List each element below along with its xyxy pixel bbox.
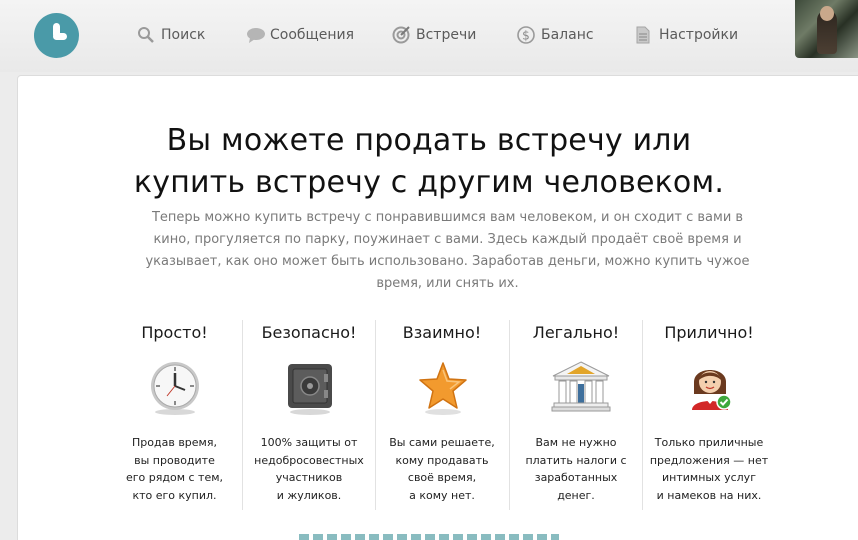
feature-line: заработанных [534, 471, 618, 484]
search-icon [137, 26, 155, 44]
feature-description: Вы сами решаете, кому продавать своё вре… [376, 434, 508, 504]
nav-label: Поиск [161, 27, 206, 43]
nav-label: Сообщения [270, 27, 355, 43]
feature-line: вы проводите [134, 453, 215, 467]
document-icon [635, 26, 653, 44]
feature-description: Только приличные предложения — нет интим… [643, 434, 775, 504]
feature-title: Прилично! [664, 323, 754, 342]
feature-line: и намеков на них. [656, 488, 762, 502]
feature-line: его рядом с тем, [125, 471, 224, 484]
title-line-1: Вы можете продать встречу или [166, 123, 692, 158]
title-line-2: купить встречу с другим человеком. [133, 165, 725, 200]
feature-description: Вам не нужно платить налоги с заработанн… [510, 434, 642, 504]
feature-title: Просто! [141, 323, 208, 342]
clock-icon [149, 360, 201, 416]
nav-label: Встречи [416, 27, 477, 43]
safe-icon [284, 360, 336, 416]
cut-off-heading [0, 530, 858, 540]
feature-line: Продав время, [132, 436, 217, 449]
nav-item-messages[interactable]: Сообщения [246, 26, 354, 44]
feature-legal: Легально! Вам не нужно платить налоги с … [509, 320, 642, 510]
nav-label: Баланс [541, 27, 594, 43]
feature-line: денег. [557, 488, 595, 502]
user-avatar[interactable] [795, 0, 858, 58]
feature-title: Легально! [532, 323, 620, 342]
nav-item-settings[interactable]: Настройки [635, 26, 738, 44]
feature-line: участников [275, 471, 343, 484]
nav-label: Настройки [659, 27, 739, 43]
feature-line: своё время, [407, 471, 477, 484]
feature-description: Продав время, вы проводите его рядом с т… [108, 434, 241, 504]
feature-line: платить налоги с [525, 453, 627, 467]
svg-text:$: $ [522, 29, 530, 43]
chat-bubble-icon [246, 26, 265, 44]
feature-line: недобросовестных [254, 453, 364, 467]
feature-line: 100% защиты от [260, 436, 358, 449]
page-title: Вы можете продать встречу или купить вст… [0, 120, 858, 204]
feature-line: Вам не нужно [535, 436, 617, 449]
nav-item-balance[interactable]: $ Баланс [517, 26, 594, 44]
top-header: Поиск Сообщения Встречи $ Баланс Настрой… [0, 0, 858, 72]
feature-mutual: Взаимно! Вы сами решаете, кому продавать… [375, 320, 508, 510]
feature-line: а кому нет. [409, 488, 475, 502]
feature-title: Взаимно! [402, 323, 482, 342]
dollar-coin-icon: $ [517, 26, 535, 44]
bank-building-icon [551, 360, 611, 416]
feature-line: Вы сами решаете, [389, 436, 495, 449]
feature-description: 100% защиты от недобросовестных участник… [243, 434, 375, 504]
feature-line: Только приличные [654, 436, 764, 449]
target-icon [392, 26, 410, 44]
feature-line: интимных услуг [662, 471, 756, 484]
feature-line: кто его купил. [132, 488, 217, 502]
star-icon [417, 360, 469, 416]
feature-decent: Прилично! Только приличные предложения —… [642, 320, 775, 510]
feature-line: предложения — нет [649, 453, 769, 467]
intro-text: Теперь можно купить встречу с понравивши… [145, 210, 750, 291]
woman-check-icon [684, 360, 736, 416]
nav-item-search[interactable]: Поиск [137, 26, 205, 44]
feature-simple: Просто! Продав время, вы проводите его р… [108, 320, 241, 510]
feature-safe: Безопасно! 100% защиты от недобросовестн… [242, 320, 375, 510]
feature-line: и жуликов. [276, 488, 342, 502]
feature-title: Безопасно! [261, 323, 357, 342]
clock-logo-icon[interactable] [34, 13, 79, 58]
feature-line: кому продавать [395, 453, 489, 467]
nav-item-meetings[interactable]: Встречи [392, 26, 476, 44]
